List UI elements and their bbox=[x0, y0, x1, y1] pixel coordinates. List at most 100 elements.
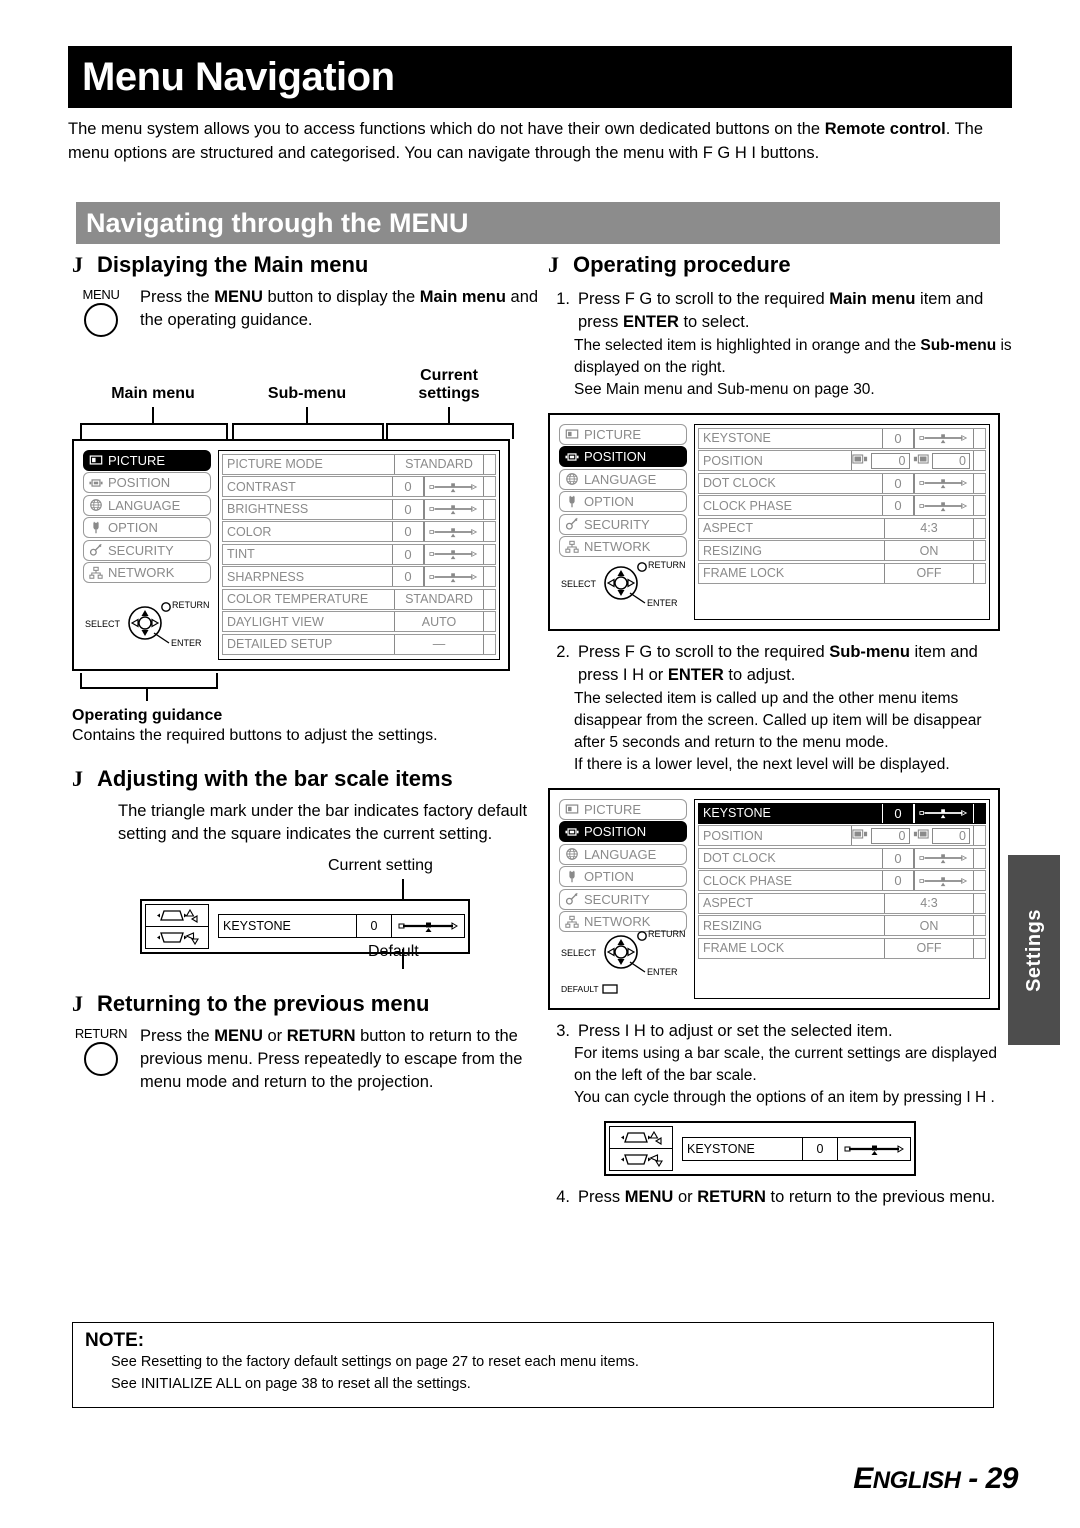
osd-main-item-network[interactable]: NETWORK bbox=[83, 562, 211, 584]
keystone-up-glyph bbox=[157, 908, 198, 923]
osd-sub-row[interactable]: COLOR TEMPERATURE STANDARD bbox=[222, 588, 496, 610]
osd-sub-row[interactable]: KEYSTONE 0 bbox=[698, 427, 986, 449]
step-text: Press I H to adjust or set the selected … bbox=[578, 1021, 893, 1040]
osd-sub-row-name: RESIZING bbox=[703, 918, 763, 933]
osd-diagram-position-selected: PICTURE POSITION LANGUAGE OPTION SECURITY NET… bbox=[548, 787, 1000, 1010]
osd-sub-row-scroll bbox=[483, 522, 495, 542]
osd-sub-row[interactable]: RESIZING ON bbox=[698, 915, 986, 937]
svg-text:RETURN: RETURN bbox=[172, 600, 210, 610]
osd-main-item-option[interactable]: OPTION bbox=[559, 866, 687, 888]
bar-scale-text: The triangle mark under the bar indicate… bbox=[118, 801, 528, 844]
step-row: 3. Press I H to adjust or set the selecte… bbox=[548, 1020, 1012, 1043]
osd-position-v-value: 0 bbox=[931, 452, 970, 469]
procedure-step-3: 3. Press I H to adjust or set the selecte… bbox=[548, 1020, 1012, 1109]
osd-main-item-position[interactable]: POSITION bbox=[83, 472, 211, 494]
osd-sub-menu-list: KEYSTONE 0 POSITION 0 0 DOT CLOCK 0 CLOCK PHASE… bbox=[694, 798, 990, 999]
osd-main-item-language[interactable]: LANGUAGE bbox=[559, 843, 687, 865]
osd-sub-row[interactable]: CLOCK PHASE 0 bbox=[698, 495, 986, 517]
osd-diagram-position: PICTURE POSITION LANGUAGE OPTION SECURITY NET… bbox=[548, 412, 1000, 631]
osd-sub-row-name: POSITION bbox=[703, 828, 763, 843]
osd-sub-row-scroll bbox=[483, 589, 495, 609]
osd-sub-row-scroll bbox=[973, 496, 985, 516]
osd-main-item-position[interactable]: POSITION bbox=[559, 821, 687, 843]
svg-text:RETURN: RETURN bbox=[648, 929, 686, 939]
osd-sub-row[interactable]: TINT 0 bbox=[222, 543, 496, 565]
bullet-glyph: J bbox=[72, 252, 83, 277]
osd-main-menu-list: PICTURE POSITION LANGUAGE OPTION SECURITY NET… bbox=[559, 798, 687, 999]
osd-main-menu-list: PICTURE POSITION LANGUAGE OPTION SECURITY NET… bbox=[83, 449, 211, 661]
osd-main-item-label: LANGUAGE bbox=[584, 846, 657, 862]
section-heading-bar: Navigating through the MENU bbox=[76, 202, 1000, 244]
osd-sub-row[interactable]: POSITION 0 0 bbox=[698, 825, 986, 847]
step-row: 2. Press F G to scroll to the required Su… bbox=[548, 641, 1012, 688]
osd-sub-row[interactable]: ASPECT 4:3 bbox=[698, 892, 986, 914]
side-tab-label: Settings bbox=[1022, 908, 1045, 992]
network-icon bbox=[89, 566, 103, 579]
position-h-icon bbox=[852, 828, 868, 843]
bracket-stem-current bbox=[448, 406, 450, 423]
osd-main-item-picture[interactable]: PICTURE bbox=[83, 449, 211, 471]
svg-text:SELECT: SELECT bbox=[85, 619, 121, 629]
osd-sub-row-scroll bbox=[483, 499, 495, 519]
osd-sub-row[interactable]: ASPECT 4:3 bbox=[698, 517, 986, 539]
osd-sub-row[interactable]: PICTURE MODE STANDARD bbox=[222, 453, 496, 475]
svg-text:SELECT: SELECT bbox=[561, 579, 597, 589]
plug-icon bbox=[89, 521, 103, 535]
step-row: 1. Press F G to scroll to the required Ma… bbox=[548, 288, 1012, 335]
osd-sub-row[interactable]: RESIZING ON bbox=[698, 540, 986, 562]
osd-sub-row-bar bbox=[913, 473, 973, 493]
keystone-row-name: KEYSTONE bbox=[687, 1141, 755, 1156]
footer-page-number: - 29 bbox=[968, 1462, 1018, 1495]
osd-sub-row[interactable]: BRIGHTNESS 0 bbox=[222, 498, 496, 520]
osd-main-item-position[interactable]: POSITION bbox=[559, 446, 687, 468]
osd-sub-row-value: ON bbox=[884, 916, 973, 936]
return-button-label: RETURN bbox=[74, 1025, 128, 1041]
osd-sub-row-name: FRAME LOCK bbox=[703, 941, 785, 956]
svg-text:ENTER: ENTER bbox=[171, 638, 202, 648]
osd-sub-row-name: CLOCK PHASE bbox=[703, 873, 792, 888]
osd-sub-row[interactable]: CLOCK PHASE 0 bbox=[698, 870, 986, 892]
osd-main-item-picture[interactable]: PICTURE bbox=[559, 798, 687, 820]
osd-sub-row[interactable]: FRAME LOCK OFF bbox=[698, 562, 986, 584]
osd-sub-row[interactable]: DOT CLOCK 0 bbox=[698, 472, 986, 494]
osd-sub-row-name: SHARPNESS bbox=[227, 569, 305, 584]
osd-main-item-language[interactable]: LANGUAGE bbox=[83, 494, 211, 516]
osd-sub-menu-list: PICTURE MODE STANDARD CONTRAST 0 BRIGHTNESS 0… bbox=[218, 449, 500, 661]
osd-main-item-security[interactable]: SECURITY bbox=[83, 539, 211, 561]
osd-sub-row-value: OFF bbox=[884, 938, 973, 958]
osd-sub-row-name: FRAME LOCK bbox=[703, 566, 785, 581]
label-main-menu: Main menu bbox=[111, 384, 195, 402]
keystone-row-bar bbox=[837, 1137, 910, 1160]
osd-main-item-security[interactable]: SECURITY bbox=[559, 513, 687, 535]
osd-main-item-option[interactable]: OPTION bbox=[559, 491, 687, 513]
keystone-down-glyph bbox=[621, 1154, 663, 1168]
procedure-step-2: 2. Press F G to scroll to the required Su… bbox=[548, 641, 1012, 776]
key-icon bbox=[565, 517, 579, 531]
osd-sub-row[interactable]: COLOR 0 bbox=[222, 521, 496, 543]
heading-text: Returning to the previous menu bbox=[97, 990, 430, 1016]
osd-main-item-option[interactable]: OPTION bbox=[83, 517, 211, 539]
osd-sub-row-scroll bbox=[973, 473, 985, 493]
heading-bar-scale: J Adjusting with the bar scale items bbox=[72, 766, 542, 792]
step-detail: For items using a bar scale, the current… bbox=[574, 1045, 998, 1085]
return-button-instruction: RETURN Press the MENU or RETURN button t… bbox=[72, 1025, 542, 1095]
osd-sub-row[interactable]: DETAILED SETUP — bbox=[222, 633, 496, 655]
osd-main-menu-list: PICTURE POSITION LANGUAGE OPTION SECURITY NET… bbox=[559, 423, 687, 620]
osd-sub-row[interactable]: DAYLIGHT VIEW AUTO bbox=[222, 611, 496, 633]
menu-button-text: Press the MENU button to display the Mai… bbox=[140, 287, 539, 330]
step-detail: The selected item is highlighted in oran… bbox=[574, 336, 1012, 376]
osd-sub-row-name: DOT CLOCK bbox=[703, 476, 776, 491]
key-icon bbox=[89, 544, 102, 557]
osd-sub-row[interactable]: SHARPNESS 0 bbox=[222, 566, 496, 588]
osd-sub-row[interactable]: DOT CLOCK 0 bbox=[698, 847, 986, 869]
osd-sub-row[interactable]: CONTRAST 0 bbox=[222, 476, 496, 498]
svg-text:DEFAULT: DEFAULT bbox=[561, 984, 599, 994]
osd-sub-row[interactable]: KEYSTONE 0 bbox=[698, 802, 986, 824]
keystone-down-key-icon bbox=[610, 1149, 672, 1170]
osd-main-item-picture[interactable]: PICTURE bbox=[559, 423, 687, 445]
osd-main-item-label: PICTURE bbox=[584, 426, 642, 442]
osd-sub-row[interactable]: FRAME LOCK OFF bbox=[698, 937, 986, 959]
osd-main-item-language[interactable]: LANGUAGE bbox=[559, 468, 687, 490]
osd-main-item-security[interactable]: SECURITY bbox=[559, 888, 687, 910]
osd-sub-row[interactable]: POSITION 0 0 bbox=[698, 450, 986, 472]
